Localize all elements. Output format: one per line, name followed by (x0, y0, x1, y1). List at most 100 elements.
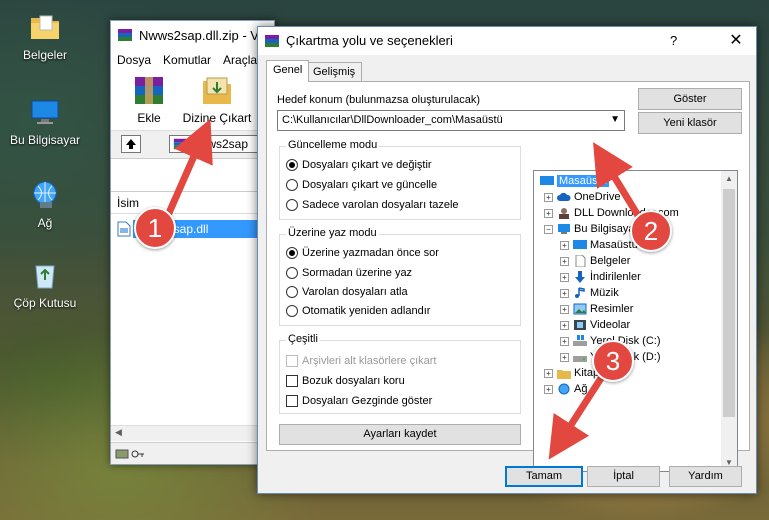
checkbox-keep-broken-files[interactable]: Bozuk dosyaları koru (286, 375, 405, 387)
tree-item-pictures[interactable]: + Resimler (560, 301, 633, 317)
checkbox-show-in-explorer[interactable]: Dosyaları Gezginde göster (286, 395, 432, 407)
expand-icon[interactable]: + (544, 384, 553, 394)
tree-item-onedrive[interactable]: + OneDrive (544, 189, 620, 205)
ok-button[interactable]: Tamam (505, 466, 583, 487)
folder-icon (31, 15, 59, 39)
expand-icon[interactable]: + (560, 272, 569, 282)
radio-circle (286, 267, 298, 279)
winrar-toolbar: Ekle Dizine Çıkart (111, 71, 274, 131)
recycle-bin-icon (35, 265, 55, 289)
menu-file[interactable]: Dosya (111, 53, 157, 67)
overwrite-mode-title: Üzerine yaz modu (286, 227, 379, 239)
scroll-left-icon[interactable]: ◀ (115, 427, 122, 438)
expand-icon[interactable]: + (560, 288, 569, 298)
tree-item-documents[interactable]: + Belgeler (560, 253, 630, 269)
expand-icon[interactable]: + (560, 304, 569, 314)
radio-circle (286, 159, 298, 171)
desktop-icon-label: Bu Bilgisayar (9, 133, 81, 147)
help-question-icon[interactable]: ? (670, 33, 677, 48)
tree-item-network[interactable]: + Ağ (544, 381, 587, 397)
winrar-statusbar (111, 442, 274, 464)
column-header-label: İsim (117, 196, 139, 210)
desktop-icon-documents[interactable]: Belgeler (5, 10, 85, 62)
add-button[interactable]: Ekle (119, 73, 179, 125)
destination-label: Hedef konum (bulunmazsa oluşturulacak) (277, 94, 480, 106)
radio-overwrite-without-prompt[interactable]: Sormadan üzerine yaz (286, 267, 412, 279)
desktop-icon-recycle-bin[interactable]: Çöp Kutusu (5, 258, 85, 310)
expand-icon[interactable]: + (560, 336, 569, 346)
tree-item-label: Videolar (590, 319, 631, 331)
expand-icon[interactable]: + (544, 192, 553, 202)
expand-icon[interactable]: + (560, 256, 569, 266)
expand-icon[interactable]: + (544, 208, 553, 218)
tab-advanced[interactable]: Gelişmiş (306, 62, 363, 82)
drive-windows-icon (573, 335, 587, 346)
up-folder-button[interactable] (121, 135, 141, 153)
checkbox-extract-to-subfolders: Arşivleri alt klasörlere çıkart (286, 355, 436, 367)
step-1-badge: 1 (134, 207, 176, 249)
expand-icon[interactable]: + (560, 320, 569, 330)
overwrite-mode-group: Üzerine yaz modu Üzerine yazmadan önce s… (279, 227, 521, 326)
radio-rename-automatically[interactable]: Otomatik yeniden adlandır (286, 305, 430, 317)
drive-icon (573, 356, 587, 362)
download-arrow-icon (575, 271, 585, 283)
radio-ask-before-overwrite[interactable]: Üzerine yazmadan önce sor (286, 247, 439, 259)
column-header-name[interactable]: İsim (111, 192, 274, 214)
help-button[interactable]: Yardım (669, 466, 742, 487)
tree-item-this-pc[interactable]: − Bu Bilgisayar (544, 221, 638, 237)
tree-item-label: Bu Bilgisayar (574, 223, 639, 235)
expand-icon[interactable]: + (560, 240, 569, 250)
new-folder-button[interactable]: Yeni klasör (638, 112, 742, 134)
dll-file-icon (117, 221, 131, 237)
drive-key-icon[interactable] (115, 447, 145, 461)
tree-item-music[interactable]: + Müzik (560, 285, 619, 301)
tree-item-downloads[interactable]: + İndirilenler (560, 269, 641, 285)
destination-path-combo[interactable]: C:\Kullanıcılar\DllDownloader_com\Masaüs… (277, 110, 625, 131)
checkbox-box (286, 375, 298, 387)
winrar-title: Nwws2sap.dll.zip - V (139, 27, 259, 43)
extract-to-button-label: Dizine Çıkart (182, 111, 252, 125)
winrar-titlebar[interactable]: Nwws2sap.dll.zip - V (111, 21, 274, 49)
tree-item-desktop[interactable]: + Masaüstü (560, 237, 638, 253)
menu-commands[interactable]: Komutlar (157, 53, 217, 67)
desktop-icon-label: Çöp Kutusu (13, 296, 77, 310)
radio-label: Dosyaları çıkart ve değiştir (302, 159, 432, 171)
radio-circle (286, 305, 298, 317)
radio-extract-update[interactable]: Dosyaları çıkart ve güncelle (286, 179, 437, 191)
misc-title: Çeşitli (286, 333, 320, 345)
collapse-icon[interactable]: − (544, 224, 553, 234)
expand-icon[interactable]: + (560, 352, 569, 362)
libraries-icon (557, 370, 571, 379)
show-button[interactable]: Göster (638, 88, 742, 110)
scroll-up-icon[interactable]: ▲ (721, 171, 737, 187)
general-tab-panel: Hedef konum (bulunmazsa oluşturulacak) C… (266, 81, 750, 472)
winrar-address-bar: Nwws2sap (111, 131, 274, 159)
radio-extract-replace[interactable]: Dosyaları çıkart ve değiştir (286, 159, 432, 171)
radio-freshen-existing[interactable]: Sadece varolan dosyaları tazele (286, 199, 459, 211)
horizontal-scrollbar[interactable]: ◀ (111, 425, 274, 441)
cancel-button[interactable]: İptal (587, 466, 660, 487)
extract-to-button[interactable]: Dizine Çıkart (177, 73, 257, 125)
chevron-down-icon[interactable]: ▼ (610, 114, 620, 125)
tab-general[interactable]: Genel (266, 60, 310, 82)
radio-label: Sadece varolan dosyaları tazele (302, 199, 459, 211)
dialog-titlebar[interactable]: Çıkartma yolu ve seçenekleri ? ✕ (258, 27, 756, 55)
desktop-icon-this-pc[interactable]: Bu Bilgisayar (5, 95, 85, 147)
tree-item-label: Masaüstü (557, 175, 609, 187)
tree-item-label: Müzik (590, 287, 619, 299)
radio-circle (286, 247, 298, 259)
desktop-icon-network[interactable]: Ağ (5, 178, 85, 230)
radio-label: Otomatik yeniden adlandır (302, 305, 431, 317)
tree-vertical-scrollbar[interactable]: ▲ ▼ (721, 171, 737, 471)
tree-item-desktop-root[interactable]: Masaüstü (540, 173, 609, 189)
tree-item-label: Belgeler (590, 255, 631, 267)
tree-item-videos[interactable]: + Videolar (560, 317, 630, 333)
radio-skip-existing[interactable]: Varolan dosyaları atla (286, 286, 408, 298)
scrollbar-thumb[interactable] (723, 189, 735, 417)
expand-icon[interactable]: + (544, 368, 553, 378)
network-icon (558, 383, 570, 395)
close-icon[interactable]: ✕ (714, 27, 758, 55)
save-settings-button[interactable]: Ayarları kaydet (279, 424, 521, 445)
dialog-title: Çıkartma yolu ve seçenekleri (286, 33, 453, 48)
add-archive-icon (135, 77, 163, 104)
